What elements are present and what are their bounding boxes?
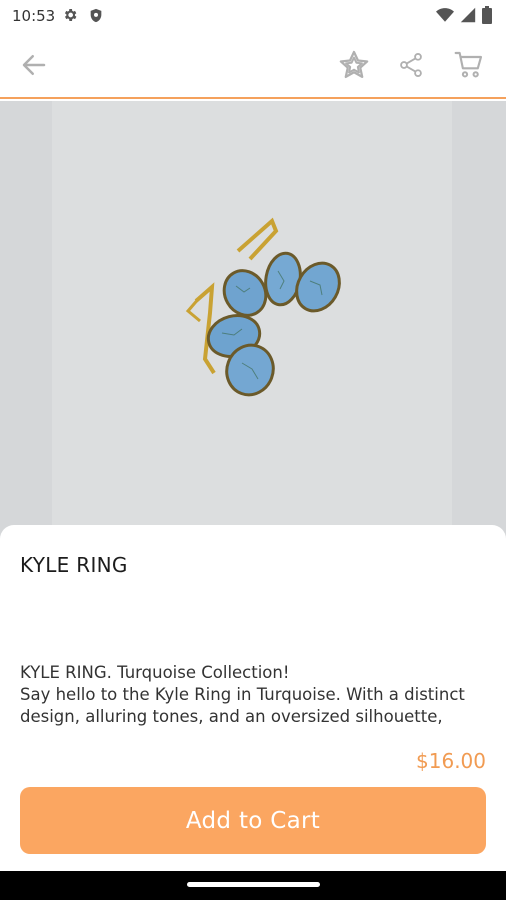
- favorite-button[interactable]: [334, 45, 374, 85]
- product-price: $16.00: [416, 749, 486, 773]
- wifi-icon: [436, 8, 454, 22]
- back-button[interactable]: [14, 45, 54, 85]
- share-icon: [400, 52, 422, 78]
- add-to-cart-button[interactable]: Add to Cart: [20, 787, 486, 854]
- status-bar: 10:53: [0, 0, 506, 32]
- product-details-sheet: KYLE RING KYLE RING. Turquoise Collectio…: [0, 525, 506, 735]
- product-image[interactable]: [0, 101, 506, 541]
- system-navigation-bar: [0, 871, 506, 900]
- description-line: KYLE RING. Turquoise Collection!: [20, 663, 290, 682]
- home-indicator[interactable]: [187, 882, 320, 887]
- shield-icon: [90, 8, 102, 23]
- product-title: KYLE RING: [20, 553, 128, 577]
- star-icon: [339, 50, 369, 79]
- description-line: design, alluring tones, and an oversized…: [20, 707, 443, 726]
- status-right-icons: [436, 6, 492, 24]
- battery-icon: [482, 6, 492, 24]
- purchase-panel: $16.00 Add to Cart: [0, 735, 506, 871]
- gear-icon: [64, 9, 77, 21]
- product-description: KYLE RING. Turquoise Collection! Say hel…: [20, 662, 496, 728]
- status-time: 10:53: [12, 7, 56, 25]
- cart-button[interactable]: [449, 45, 489, 85]
- signal-icon: [460, 7, 476, 23]
- description-line: Say hello to the Kyle Ring in Turquoise.…: [20, 685, 465, 704]
- back-arrow-icon: [22, 55, 46, 75]
- cart-icon: [454, 51, 483, 78]
- app-bar: [0, 32, 506, 99]
- ring-photo: [185, 217, 341, 397]
- share-button[interactable]: [391, 45, 431, 85]
